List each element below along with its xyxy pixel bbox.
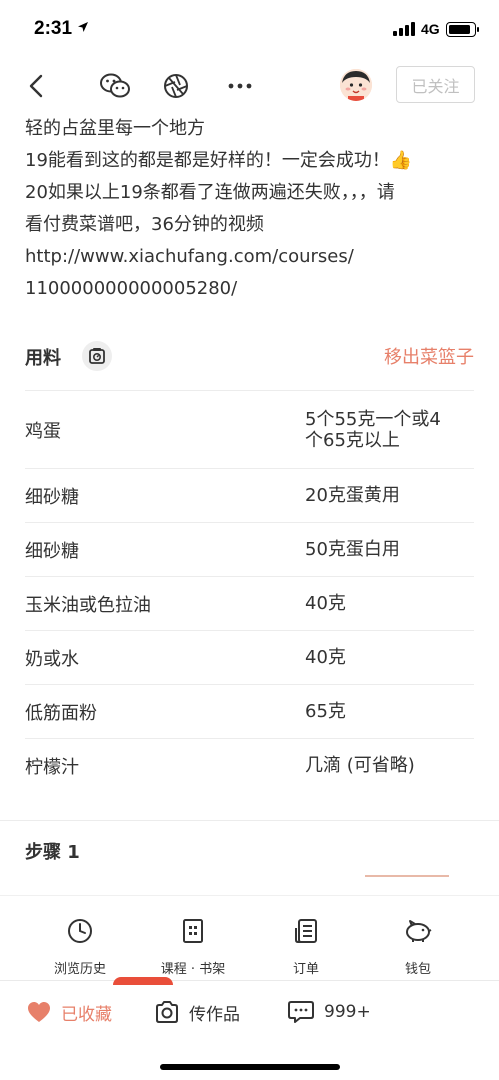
tip-line: 19能看到这的都是都是好样的！一定会成功！👍 xyxy=(25,150,413,171)
ingredients-title: 用料 xyxy=(25,348,61,369)
ingredient-amount: 40克 xyxy=(305,647,346,668)
ingredient-name: 玉米油或色拉油 xyxy=(25,594,151,616)
orders-label: 订单 xyxy=(292,962,319,977)
comments-button[interactable]: 999+ xyxy=(288,997,371,1027)
favorite-label: 已收藏 xyxy=(61,1004,112,1025)
hidden-badge-edge xyxy=(113,977,173,985)
tip-link-line[interactable]: 110000000000005280/ xyxy=(25,273,480,305)
kitchen-scale-icon xyxy=(89,348,105,364)
more-dots-icon xyxy=(228,83,252,89)
history-button[interactable]: 浏览历史 xyxy=(30,916,130,977)
network-type: 4G xyxy=(421,21,440,37)
history-label: 浏览历史 xyxy=(53,962,106,977)
ingredient-row: 细砂糖 50克蛋白用 xyxy=(25,522,474,576)
courses-bookshelf-label: 课程 · 书架 xyxy=(160,962,226,977)
ingredients-header: 用料 移出菜篮子 xyxy=(25,340,474,374)
home-indicator[interactable] xyxy=(160,1064,340,1070)
battery-icon xyxy=(446,22,479,37)
ingredient-amount: 5个55克一个或4 个65克以上 xyxy=(305,409,474,451)
piggy-bank-icon xyxy=(406,920,432,942)
share-wechat-button[interactable] xyxy=(98,70,132,102)
orders-button[interactable]: 订单 xyxy=(256,916,356,977)
ingredient-amount-line: 5个55克一个或4 xyxy=(305,408,441,430)
share-moments-button[interactable] xyxy=(160,70,192,102)
recipe-tips: 轻的占盆里每一个地方 19能看到这的都是都是好样的！一定会成功！👍 20如果以上… xyxy=(25,113,480,305)
ingredient-row: 玉米油或色拉油 40克 xyxy=(25,576,474,630)
ingredient-amount: 20克蛋黄用 xyxy=(305,485,400,506)
remove-from-basket-link[interactable]: 移出菜篮子 xyxy=(384,343,474,369)
camera-icon xyxy=(156,1001,178,1023)
ingredient-row: 细砂糖 20克蛋黄用 xyxy=(25,468,474,522)
upload-work-label: 传作品 xyxy=(189,1004,240,1025)
aperture-icon xyxy=(164,74,188,98)
scale-button[interactable] xyxy=(82,341,112,371)
wallet-label: 钱包 xyxy=(404,962,431,977)
ingredients-table: 鸡蛋 5个55克一个或4 个65克以上 细砂糖 20克蛋黄用 细砂糖 50克蛋白… xyxy=(25,390,474,792)
avatar-image xyxy=(340,69,372,101)
ingredient-amount: 几滴 (可省略) xyxy=(305,755,415,776)
ingredient-row: 低筋面粉 65克 xyxy=(25,684,474,738)
ingredient-name: 奶或水 xyxy=(25,648,79,670)
courses-bookshelf-button[interactable]: 课程 · 书架 xyxy=(143,916,243,977)
ingredient-name: 细砂糖 xyxy=(25,540,79,562)
clock-icon xyxy=(68,919,92,943)
ingredient-amount: 65克 xyxy=(305,701,346,722)
ingredient-amount: 40克 xyxy=(305,593,346,614)
tip-line: 看付费菜谱吧，36分钟的视频 xyxy=(25,214,264,235)
wallet-button[interactable]: 钱包 xyxy=(368,916,468,977)
more-button[interactable] xyxy=(224,70,256,102)
ingredient-row: 鸡蛋 5个55克一个或4 个65克以上 xyxy=(25,390,474,468)
author-avatar[interactable] xyxy=(340,69,372,101)
order-list-icon xyxy=(295,919,317,943)
ingredient-amount: 50克蛋白用 xyxy=(305,539,400,560)
section-divider xyxy=(0,820,499,821)
favorite-button[interactable]: 已收藏 xyxy=(27,997,112,1027)
back-button[interactable] xyxy=(20,70,52,102)
bottom-action-bar: 已收藏 传作品 999+ xyxy=(0,977,499,1080)
ingredient-name: 柠檬汁 xyxy=(25,756,79,778)
ingredient-name: 细砂糖 xyxy=(25,486,79,508)
tip-line: 20如果以上19条都看了连做两遍还失败，，，请 xyxy=(25,182,395,203)
tip-line: 轻的占盆里每一个地方 xyxy=(25,118,205,139)
status-time: 2:31 xyxy=(34,18,73,39)
ingredient-name: 鸡蛋 xyxy=(25,420,61,442)
book-icon xyxy=(183,919,203,943)
step-title: 步骤 1 xyxy=(25,842,80,863)
upload-work-button[interactable]: 传作品 xyxy=(155,997,240,1027)
ingredient-name: 低筋面粉 xyxy=(25,702,97,724)
heart-icon xyxy=(28,1002,50,1022)
status-bar: 2:31 4G xyxy=(0,0,499,60)
comment-bubble-icon xyxy=(288,1001,314,1023)
wechat-icon xyxy=(100,73,130,98)
ingredient-row: 奶或水 40克 xyxy=(25,630,474,684)
ingredient-amount-line: 个65克以上 xyxy=(305,429,400,451)
signal-icon xyxy=(393,22,415,36)
comments-count: 999+ xyxy=(324,1002,371,1022)
chevron-left-icon xyxy=(29,74,43,98)
follow-button[interactable]: 已关注 xyxy=(396,66,475,103)
location-arrow-icon xyxy=(78,22,88,32)
step-image-edge xyxy=(365,875,449,877)
tip-link-line[interactable]: http://www.xiachufang.com/courses/ xyxy=(25,241,480,273)
quick-menu: 浏览历史 课程 · 书架 订单 钱包 xyxy=(0,895,499,980)
ingredient-row: 柠檬汁 几滴 (可省略) xyxy=(25,738,474,792)
